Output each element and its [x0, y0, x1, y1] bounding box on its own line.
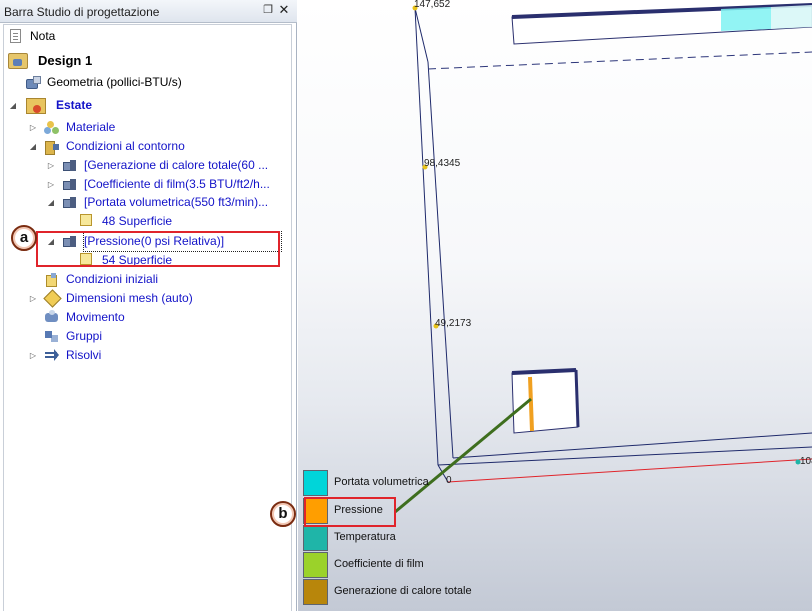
- groups-icon: [44, 329, 60, 344]
- model-edge: [427, 61, 454, 459]
- tree-item-label: Gruppi: [66, 329, 103, 343]
- collapse-arrow-icon[interactable]: ◢: [8, 96, 18, 115]
- tick-label: 108: [800, 456, 812, 467]
- note-icon: [10, 29, 21, 43]
- tree-item-label: [Generazione di calore totale(60 ...: [84, 158, 269, 172]
- legend-item: Generazione di calore totale: [303, 579, 503, 605]
- highlight-box-b: [304, 497, 396, 527]
- legend-swatch: [303, 579, 328, 605]
- panel-title: Barra Studio di progettazione: [4, 5, 160, 19]
- tree-item-label: 48 Superficie: [102, 214, 173, 228]
- load-icon: [62, 177, 78, 192]
- tree-item-label: Geometria (pollici-BTU/s): [47, 75, 182, 89]
- design-icon: [8, 53, 28, 69]
- legend-item: Portata volumetrica: [303, 470, 503, 496]
- model-edge: [574, 369, 580, 428]
- surface-icon: [80, 214, 92, 226]
- outlet-box: [511, 369, 579, 434]
- expand-arrow-icon[interactable]: ▷: [28, 346, 38, 365]
- mesh-icon: [44, 291, 60, 306]
- load-icon: [62, 158, 78, 173]
- motion-icon: [44, 310, 60, 325]
- tick-label: 147,652: [414, 0, 451, 10]
- tree-item-label: Dimensioni mesh (auto): [66, 291, 193, 305]
- collapse-arrow-icon[interactable]: ◢: [28, 137, 38, 156]
- panel-title-bar: Barra Studio di progettazione ❐ ✕: [0, 0, 297, 23]
- expand-arrow-icon[interactable]: ▷: [46, 156, 56, 175]
- legend-label: Portata volumetrica: [334, 476, 429, 488]
- volume-flow-face: [771, 5, 812, 29]
- boundary-conditions-icon: [44, 139, 60, 155]
- tick-label: 98,4345: [424, 158, 461, 169]
- load-icon: [62, 195, 78, 210]
- geometry-icon: [25, 75, 41, 90]
- tree-item-label: Nota: [30, 29, 56, 43]
- legend-swatch: [303, 525, 328, 551]
- expand-arrow-icon[interactable]: ▷: [28, 118, 38, 137]
- highlight-box-a: [36, 231, 280, 267]
- collapse-arrow-icon[interactable]: ◢: [46, 193, 56, 212]
- close-icon[interactable]: ✕: [278, 3, 290, 17]
- legend-label: Coefficiente di film: [334, 558, 424, 570]
- model-hidden-edge: [427, 51, 812, 70]
- model-edge: [414, 7, 439, 466]
- graphics-viewport[interactable]: 147,652 98,4345 49,2173 0 108 Portata vo…: [298, 0, 812, 611]
- legend-item: Temperatura: [303, 525, 503, 551]
- model-edge: [452, 432, 812, 459]
- design-study-bar: Barra Studio di progettazione ❐ ✕ Nota D…: [0, 0, 297, 611]
- initial-conditions-icon: [44, 272, 60, 287]
- expand-arrow-icon[interactable]: ▷: [28, 289, 38, 308]
- pressure-face: [528, 376, 534, 432]
- tree-item-label: Design 1: [38, 53, 93, 68]
- legend-label: Generazione di calore totale: [334, 585, 472, 597]
- tree-item-label: [Portata volumetrica(550 ft3/min)...: [84, 195, 269, 209]
- legend-swatch: [303, 470, 328, 496]
- expand-arrow-icon[interactable]: ▷: [46, 175, 56, 194]
- solve-icon: [44, 348, 60, 363]
- tree-item-label: Materiale: [66, 120, 116, 134]
- tick-label: 49,2173: [435, 318, 472, 329]
- tree-item-label: Risolvi: [66, 348, 102, 362]
- tree-item-label: Condizioni al contorno: [66, 139, 185, 153]
- tree-item-label: [Coefficiente di film(3.5 BTU/ft2/h...: [84, 177, 270, 191]
- material-icon: [44, 120, 60, 135]
- legend-item: Coefficiente di film: [303, 552, 503, 578]
- callout-a: a: [11, 225, 37, 251]
- scenario-icon: [26, 98, 46, 114]
- tree-item-label: Estate: [56, 98, 93, 112]
- tree-item-label: Movimento: [66, 310, 125, 324]
- legend-swatch: [303, 552, 328, 578]
- dock-pin-icon[interactable]: ❐: [262, 4, 274, 16]
- volume-flow-face: [721, 7, 771, 31]
- tree-item-label: Condizioni iniziali: [66, 272, 159, 286]
- callout-b: b: [270, 501, 296, 527]
- legend-label: Temperatura: [334, 531, 396, 543]
